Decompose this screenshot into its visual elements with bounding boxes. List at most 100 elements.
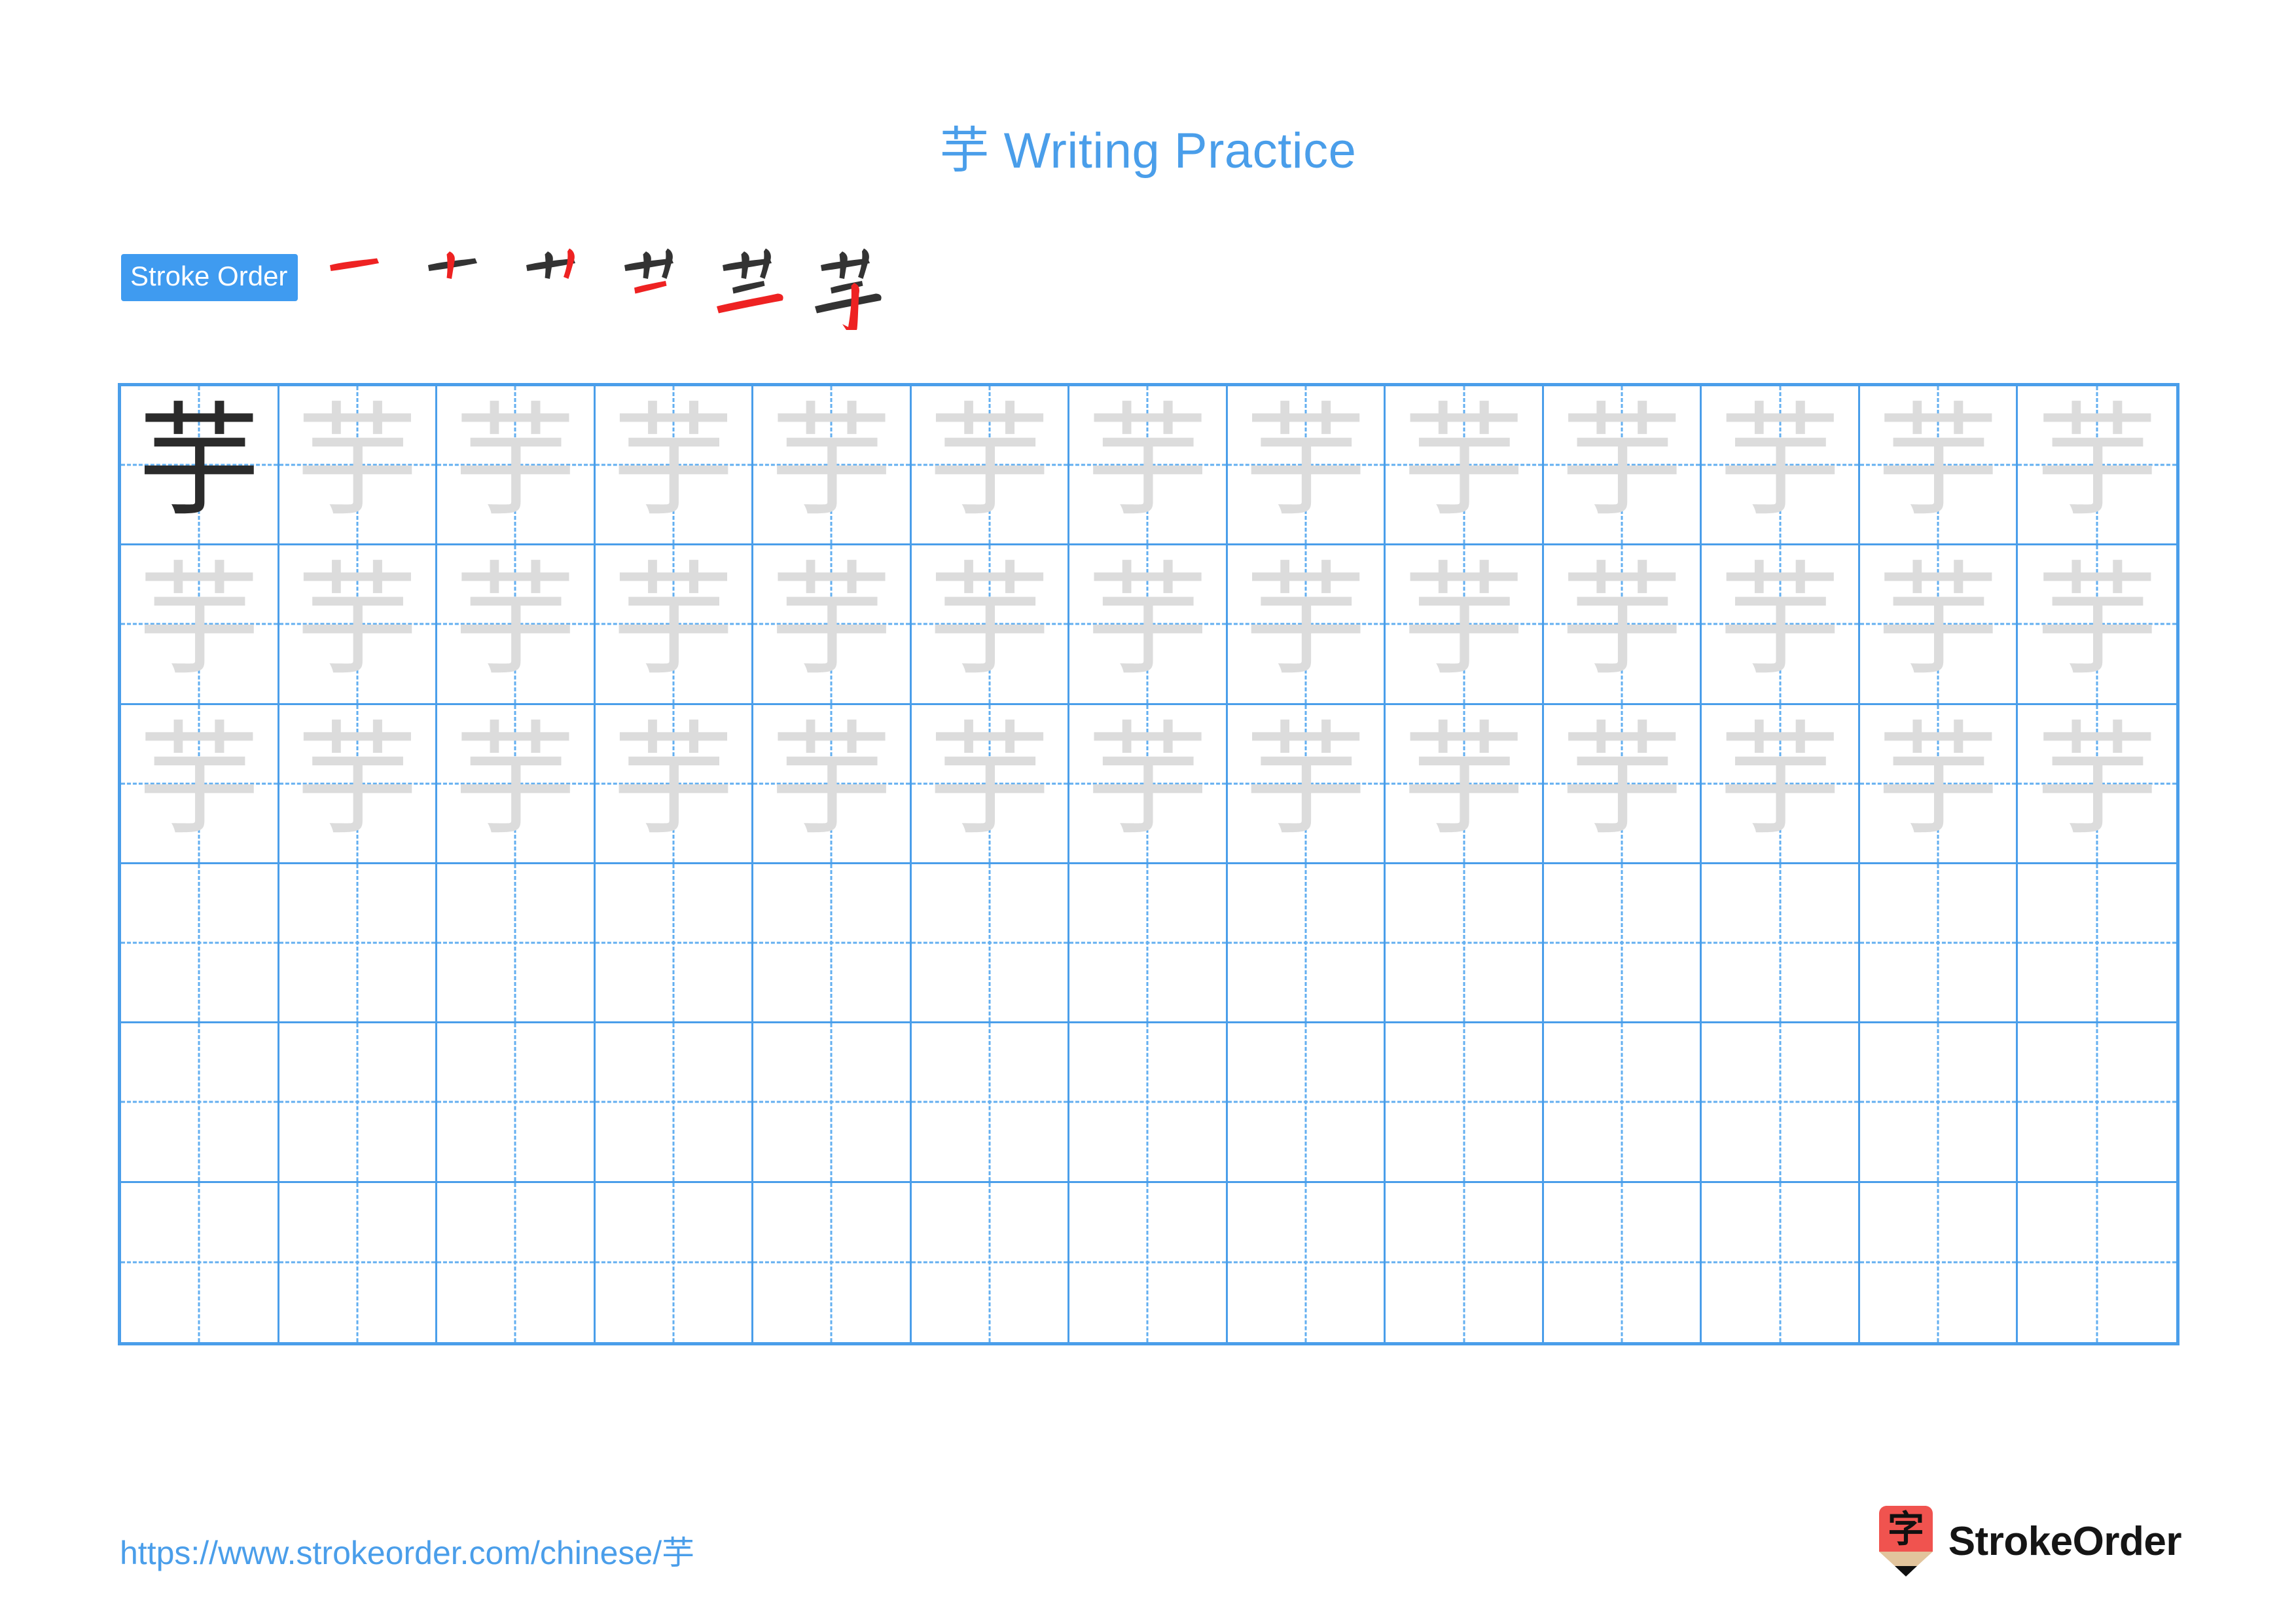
grid-cell-r4-c2[interactable] bbox=[279, 864, 438, 1024]
grid-cell-r6-c8[interactable] bbox=[1228, 1182, 1386, 1342]
grid-cell-r5-c3[interactable] bbox=[437, 1023, 596, 1183]
grid-cell-r6-c5[interactable] bbox=[753, 1182, 912, 1342]
grid-cell-r5-c2[interactable] bbox=[279, 1023, 438, 1183]
grid-cell-r3-c5[interactable]: 芋 bbox=[753, 704, 912, 864]
grid-cell-r3-c2[interactable]: 芋 bbox=[279, 704, 438, 864]
grid-cell-r5-c1[interactable] bbox=[121, 1023, 279, 1183]
grid-cell-r2-c6[interactable]: 芋 bbox=[911, 545, 1070, 705]
grid-cell-r3-c6[interactable]: 芋 bbox=[911, 704, 1070, 864]
grid-cell-r6-c12[interactable] bbox=[1860, 1182, 2018, 1342]
grid-cell-r4-c7[interactable] bbox=[1069, 864, 1228, 1024]
grid-cell-r6-c3[interactable] bbox=[437, 1182, 596, 1342]
trace-character: 芋 bbox=[454, 708, 577, 852]
grid-cell-r6-c9[interactable] bbox=[1386, 1182, 1544, 1342]
grid-cell-r6-c2[interactable] bbox=[279, 1182, 438, 1342]
grid-cell-r2-c11[interactable]: 芋 bbox=[1702, 545, 1860, 705]
grid-cell-r6-c7[interactable] bbox=[1069, 1182, 1228, 1342]
trace-character: 芋 bbox=[927, 549, 1051, 693]
grid-cell-r5-c10[interactable] bbox=[1543, 1023, 1702, 1183]
grid-cell-r2-c3[interactable]: 芋 bbox=[437, 545, 596, 705]
grid-cell-r1-c3[interactable]: 芋 bbox=[437, 386, 596, 546]
brand-logo[interactable]: 字 StrokeOrder bbox=[1878, 1506, 2182, 1577]
grid-cell-r1-c12[interactable]: 芋 bbox=[1859, 386, 2018, 546]
grid-cell-r2-c1[interactable]: 芋 bbox=[121, 545, 279, 705]
grid-cell-r2-c9[interactable]: 芋 bbox=[1386, 545, 1544, 705]
grid-cell-r4-c3[interactable] bbox=[437, 864, 596, 1024]
stroke-order-step-list bbox=[312, 248, 901, 330]
grid-cell-r6-c6[interactable] bbox=[912, 1182, 1070, 1342]
grid-cell-r2-c5[interactable]: 芋 bbox=[753, 545, 912, 705]
grid-cell-r2-c13[interactable]: 芋 bbox=[2018, 545, 2176, 705]
grid-cell-r5-c5[interactable] bbox=[753, 1023, 912, 1183]
empty-cell bbox=[437, 1023, 594, 1180]
grid-cell-r1-c6[interactable]: 芋 bbox=[911, 386, 1070, 546]
grid-cell-r1-c10[interactable]: 芋 bbox=[1543, 386, 1702, 546]
grid-cell-r2-c2[interactable]: 芋 bbox=[279, 545, 438, 705]
grid-cell-r6-c1[interactable] bbox=[121, 1182, 279, 1342]
trace-character: 芋 bbox=[1718, 708, 1842, 852]
grid-cell-r2-c12[interactable]: 芋 bbox=[1859, 545, 2018, 705]
grid-cell-r3-c4[interactable]: 芋 bbox=[595, 704, 754, 864]
grid-cell-r5-c7[interactable] bbox=[1069, 1023, 1228, 1183]
grid-cell-r1-c1[interactable]: 芋 bbox=[121, 386, 279, 546]
grid-cell-r4-c9[interactable] bbox=[1386, 864, 1544, 1024]
empty-cell bbox=[1069, 1183, 1226, 1342]
grid-cell-r1-c7[interactable]: 芋 bbox=[1069, 386, 1228, 546]
grid-cell-r2-c4[interactable]: 芋 bbox=[595, 545, 754, 705]
grid-cell-r3-c12[interactable]: 芋 bbox=[1859, 704, 2018, 864]
grid-cell-r5-c9[interactable] bbox=[1386, 1023, 1544, 1183]
grid-cell-r4-c10[interactable] bbox=[1543, 864, 1702, 1024]
grid-cell-r3-c8[interactable]: 芋 bbox=[1227, 704, 1386, 864]
grid-cell-r1-c2[interactable]: 芋 bbox=[279, 386, 438, 546]
grid-cell-r5-c4[interactable] bbox=[595, 1023, 754, 1183]
empty-cell bbox=[753, 864, 910, 1021]
grid-cell-r5-c12[interactable] bbox=[1859, 1023, 2018, 1183]
grid-cell-r4-c13[interactable] bbox=[2018, 864, 2176, 1024]
grid-cell-r1-c5[interactable]: 芋 bbox=[753, 386, 912, 546]
empty-cell bbox=[1386, 864, 1542, 1021]
grid-cell-r3-c7[interactable]: 芋 bbox=[1069, 704, 1228, 864]
trace-character: 芋 bbox=[295, 708, 419, 852]
grid-cell-r6-c11[interactable] bbox=[1702, 1182, 1860, 1342]
grid-cell-r5-c13[interactable] bbox=[2018, 1023, 2176, 1183]
grid-cell-r5-c6[interactable] bbox=[911, 1023, 1070, 1183]
grid-cell-r4-c6[interactable] bbox=[911, 864, 1070, 1024]
trace-character: 芋 bbox=[611, 708, 735, 852]
grid-cell-r5-c8[interactable] bbox=[1227, 1023, 1386, 1183]
grid-cell-r1-c9[interactable]: 芋 bbox=[1386, 386, 1544, 546]
grid-cell-r4-c12[interactable] bbox=[1859, 864, 2018, 1024]
trace-character: 芋 bbox=[1560, 549, 1684, 693]
grid-cell-r1-c4[interactable]: 芋 bbox=[595, 386, 754, 546]
grid-cell-r3-c11[interactable]: 芋 bbox=[1702, 704, 1860, 864]
grid-cell-r2-c7[interactable]: 芋 bbox=[1069, 545, 1228, 705]
footer-url[interactable]: https://www.strokeorder.com/chinese/芋 bbox=[120, 1527, 694, 1574]
grid-cell-r4-c5[interactable] bbox=[753, 864, 912, 1024]
grid-cell-r4-c8[interactable] bbox=[1227, 864, 1386, 1024]
grid-cell-r3-c13[interactable]: 芋 bbox=[2018, 705, 2176, 864]
trace-character: 芋 bbox=[1402, 708, 1526, 852]
grid-cell-r4-c1[interactable] bbox=[121, 864, 279, 1024]
grid-cell-r1-c8[interactable]: 芋 bbox=[1227, 386, 1386, 546]
trace-character: 芋 bbox=[1560, 708, 1684, 852]
stroke-order-section: Stroke Order bbox=[121, 248, 901, 330]
grid-cell-r3-c3[interactable]: 芋 bbox=[437, 704, 596, 864]
empty-cell bbox=[1702, 1023, 1858, 1180]
grid-cell-r6-c13[interactable] bbox=[2018, 1183, 2176, 1342]
grid-cell-r1-c11[interactable]: 芋 bbox=[1702, 386, 1860, 546]
grid-cell-r6-c4[interactable] bbox=[596, 1182, 754, 1342]
stroke-step-1 bbox=[312, 232, 410, 330]
grid-cell-r4-c4[interactable] bbox=[595, 864, 754, 1024]
grid-cell-r3-c1[interactable]: 芋 bbox=[121, 704, 279, 864]
trace-character: 芋 bbox=[137, 549, 261, 693]
empty-cell bbox=[279, 1183, 436, 1342]
grid-cell-r2-c8[interactable]: 芋 bbox=[1227, 545, 1386, 705]
empty-cell bbox=[1228, 864, 1384, 1021]
grid-cell-r1-c13[interactable]: 芋 bbox=[2018, 386, 2176, 546]
grid-cell-r6-c10[interactable] bbox=[1544, 1182, 1702, 1342]
empty-cell bbox=[1544, 1183, 1700, 1342]
grid-cell-r4-c11[interactable] bbox=[1702, 864, 1860, 1024]
grid-cell-r5-c11[interactable] bbox=[1702, 1023, 1860, 1183]
grid-cell-r3-c10[interactable]: 芋 bbox=[1543, 704, 1702, 864]
grid-cell-r3-c9[interactable]: 芋 bbox=[1386, 704, 1544, 864]
grid-cell-r2-c10[interactable]: 芋 bbox=[1543, 545, 1702, 705]
